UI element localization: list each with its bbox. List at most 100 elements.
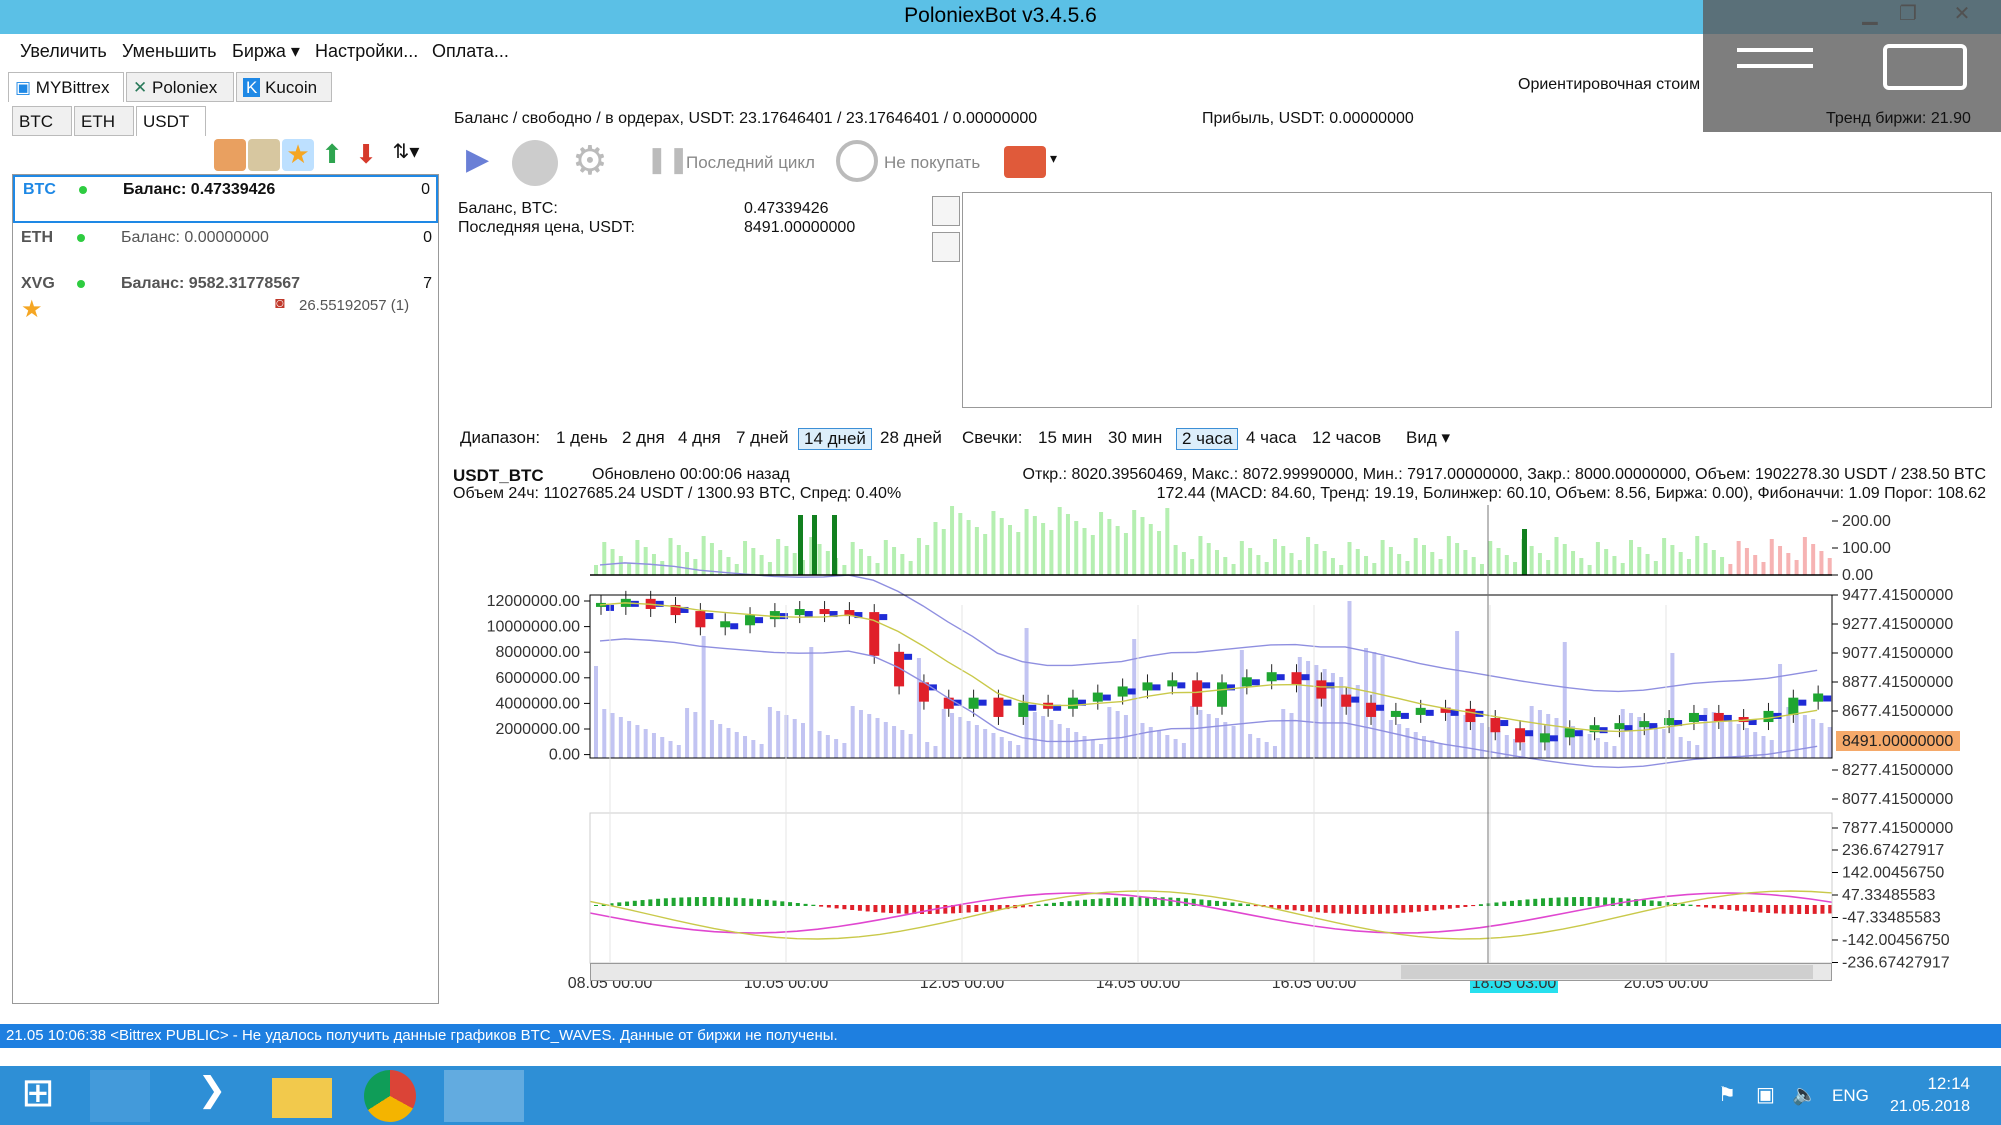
range-14-days[interactable]: 14 дней: [798, 428, 872, 450]
menu-payment[interactable]: Оплата...: [432, 41, 509, 62]
clock-time[interactable]: 12:14: [1916, 1074, 1970, 1094]
candles-15-min[interactable]: 15 мин: [1038, 428, 1092, 448]
pause-icon[interactable]: ❚❚: [646, 144, 690, 175]
volume-icon[interactable]: 🔈: [1792, 1082, 1817, 1107]
menu-zoom-in[interactable]: Увеличить: [20, 41, 107, 62]
menu-zoom-out[interactable]: Уменьшить: [122, 41, 216, 62]
score-bar: [1272, 539, 1277, 575]
no-buy-button[interactable]: Не покупать: [884, 153, 980, 173]
windows-start-icon[interactable]: ⊞: [8, 1070, 68, 1122]
candle-alt: [730, 623, 739, 630]
range-4-days[interactable]: 4 дня: [678, 428, 721, 448]
tab-mybittrex[interactable]: ▣ MYBittrex: [8, 72, 124, 102]
hamburger-icon[interactable]: [1737, 48, 1813, 52]
menu-exchange[interactable]: Биржа ▾: [232, 41, 300, 62]
star-icon[interactable]: ★: [282, 139, 314, 171]
score-bar: [1190, 559, 1195, 575]
macd-bar: [1447, 905, 1452, 909]
up-arrow-icon[interactable]: ⬆: [316, 139, 348, 171]
candles-4-hours[interactable]: 4 часа: [1246, 428, 1296, 448]
macd-bar: [1541, 898, 1546, 906]
score-bar: [900, 554, 905, 575]
volume-bar: [1670, 653, 1675, 758]
tab-usdt[interactable]: USDT: [136, 106, 206, 136]
wallet-icon[interactable]: [248, 139, 280, 171]
down-arrow-icon[interactable]: ⬇: [350, 139, 382, 171]
volume-bar: [1827, 727, 1832, 758]
macd-bar: [1145, 897, 1150, 906]
volume-bar: [925, 742, 930, 758]
poloniexbot-taskbar-icon[interactable]: [444, 1070, 524, 1122]
gear-icon[interactable]: ⚙: [572, 138, 608, 184]
candle: [993, 697, 1004, 717]
chrome-icon[interactable]: [364, 1070, 416, 1122]
notes-icon[interactable]: [214, 139, 246, 171]
window-title: PoloniexBot v3.4.5.6: [904, 4, 1097, 27]
no-buy-icon[interactable]: [836, 140, 878, 182]
last-cycle-button[interactable]: Последний цикл: [686, 153, 815, 173]
candle: [1291, 672, 1302, 685]
play-icon[interactable]: ▶: [466, 142, 489, 177]
tab-btc[interactable]: BTC: [12, 106, 72, 136]
chart-scrollbar[interactable]: [590, 963, 1832, 981]
range-2-days[interactable]: 2 дня: [622, 428, 665, 448]
candles-12-hours[interactable]: 12 часов: [1312, 428, 1381, 448]
toolbox-icon[interactable]: [1004, 146, 1046, 178]
score-bar: [817, 544, 822, 575]
list-item[interactable]: BTC Баланс: 0.47339426 0: [13, 175, 438, 223]
macd-bar: [1758, 905, 1763, 913]
menu-settings[interactable]: Настройки...: [315, 41, 418, 62]
score-bar: [1008, 525, 1012, 575]
score-signal-bar: [812, 515, 817, 575]
macd-bar: [1036, 904, 1041, 906]
range-28-days[interactable]: 28 дней: [880, 428, 942, 448]
chevron-down-icon[interactable]: ▾: [1050, 150, 1057, 167]
volume-bar: [875, 718, 880, 758]
range-1-day[interactable]: 1 день: [556, 428, 608, 448]
flag-icon[interactable]: ⚑: [1718, 1082, 1736, 1107]
list-item[interactable]: ETH Баланс: 0.00000000 0: [13, 225, 438, 271]
view-menu[interactable]: Вид ▾: [1406, 428, 1450, 448]
price-chart[interactable]: 08.05 00:00 10.05 00:00 12.05 00:00 14.05 0…: [440, 505, 2001, 1020]
volume-bar: [1678, 737, 1683, 758]
score-bar: [1513, 562, 1518, 575]
volume-bar: [618, 717, 623, 758]
macd-bar: [1517, 900, 1522, 906]
score-bar: [1703, 543, 1708, 575]
macd-bar: [857, 905, 862, 911]
macd-bar: [1300, 905, 1305, 912]
score-bar: [1471, 557, 1476, 575]
score-bar: [751, 548, 756, 575]
volume-bar: [999, 737, 1004, 758]
language-indicator[interactable]: ENG: [1832, 1086, 1869, 1106]
log-panel[interactable]: [962, 192, 1992, 408]
list-item[interactable]: XVG Баланс: 9582.31778567 7 ★ ◙ 26.55192…: [13, 271, 438, 331]
candles-2-hours[interactable]: 2 часа: [1176, 428, 1239, 450]
keyboard-icon[interactable]: [1883, 44, 1967, 90]
score-bar: [1148, 524, 1153, 575]
log-icon[interactable]: [932, 196, 960, 226]
volume-bar: [676, 745, 681, 758]
tab-eth[interactable]: ETH: [74, 106, 134, 136]
balance-label: Баланс, BTC:: [458, 200, 558, 217]
explorer-icon[interactable]: [90, 1070, 150, 1122]
scroll-thumb[interactable]: [1401, 965, 1813, 979]
clock-date[interactable]: 21.05.2018: [1890, 1098, 1970, 1116]
macd-bar: [1533, 898, 1538, 906]
candle: [1266, 672, 1277, 682]
candle: [1564, 728, 1575, 738]
stop-icon[interactable]: [512, 140, 558, 186]
score-bar: [743, 541, 748, 575]
chart-icon[interactable]: [932, 232, 960, 262]
score-bar: [1653, 561, 1658, 575]
tab-kucoin[interactable]: K Kucoin: [236, 72, 332, 102]
tab-poloniex[interactable]: ✕ Poloniex: [126, 72, 234, 102]
sort-icon[interactable]: ⇅▾: [390, 139, 422, 171]
range-7-days[interactable]: 7 дней: [736, 428, 788, 448]
candles-30-min[interactable]: 30 мин: [1108, 428, 1162, 448]
folder-icon[interactable]: [272, 1078, 332, 1118]
candle: [1788, 697, 1799, 715]
volume-tick-label: 6000000.00: [495, 670, 580, 687]
powershell-icon[interactable]: ❯: [182, 1070, 242, 1122]
network-icon[interactable]: ▣: [1756, 1082, 1775, 1107]
